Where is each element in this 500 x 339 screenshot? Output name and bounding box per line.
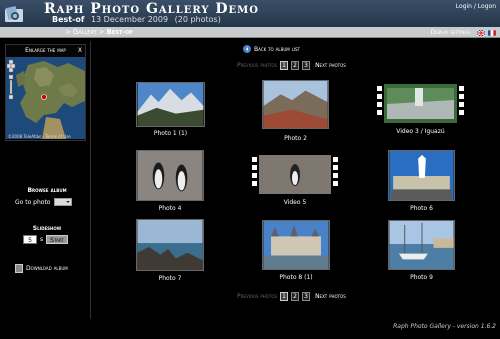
film-strip-left (250, 155, 259, 194)
album-name: Best-of (52, 15, 85, 24)
map-header: Enlarge the map X (6, 45, 85, 56)
slideshow-start-button[interactable]: Start (46, 235, 68, 244)
previous-photos-link: Previous photos (237, 62, 278, 69)
video-3-image (375, 84, 466, 123)
video-5-image (250, 155, 340, 194)
album-date: 13 December 2009 (90, 15, 169, 24)
thumbnail-photo-7[interactable]: Photo 7 (136, 219, 204, 282)
photo-9-caption: Photo 9 (410, 274, 433, 281)
photo-1-caption: Photo 1 (1) (153, 130, 188, 137)
page-2-button[interactable]: 2 (291, 61, 300, 70)
breadcrumb-current: Best-of (106, 28, 133, 36)
back-to-album-list-link[interactable]: Back to album list (243, 45, 300, 53)
photo-7-image (136, 219, 204, 271)
slideshow-interval-input[interactable]: 5 (23, 235, 37, 244)
goto-label: Go to photo (15, 198, 51, 206)
browse-album-title: Browse album (27, 187, 67, 194)
photo-7-caption: Photo 7 (158, 275, 182, 282)
film-strip-left (375, 84, 384, 123)
next-photos-link[interactable]: Next photos (315, 293, 346, 300)
header-bar: Raph Photo Gallery Demo Best-of 13 Decem… (0, 0, 500, 27)
france-flag-icon[interactable] (488, 30, 496, 36)
back-arrow-icon (243, 45, 251, 53)
sidebar: Enlarge the map X ©2008 TeleAtlas - Term… (3, 41, 91, 319)
map-close-button[interactable]: X (78, 45, 82, 56)
video-5-frame (250, 155, 340, 194)
page-2-button[interactable]: 2 (291, 292, 300, 301)
slideshow-row: 5 s Start (23, 235, 68, 244)
photo-6-caption: Photo 6 (410, 205, 433, 212)
video-3-caption: Video 3 / Iguazú (396, 128, 445, 135)
breadcrumb-separator: > (98, 28, 105, 36)
pager-top: Previous photos 1 2 3 Next photos (237, 61, 346, 70)
photo-8-image (262, 220, 330, 270)
breadcrumb-bar: > Gallery > Best-of Display settings (0, 27, 500, 38)
page-1-button[interactable]: 1 (280, 292, 289, 301)
thumbnail-video-5[interactable]: Video 5 (250, 155, 340, 206)
goto-photo-select[interactable] (54, 198, 73, 206)
previous-photos-link: Previous photos (237, 293, 278, 300)
uk-flag-icon[interactable] (477, 30, 485, 36)
goto-row: Go to photo (15, 198, 73, 206)
page-3-button[interactable]: 3 (302, 292, 311, 301)
slideshow-title: Slideshow (32, 225, 62, 232)
download-album-label: Download album (26, 265, 68, 272)
breadcrumb-separator: > (65, 28, 71, 36)
thumbnail-video-3[interactable]: Video 3 / Iguazú (375, 84, 466, 135)
breadcrumb: > Gallery > Best-of (63, 28, 133, 36)
photo-count: (20 photos) (174, 15, 221, 24)
photo-2-image (262, 80, 329, 129)
thumbnail-photo-6[interactable]: Photo 6 (388, 150, 455, 212)
login-link[interactable]: Login / Logon (456, 3, 496, 10)
back-label: Back to album list (254, 45, 300, 53)
map-panel: Enlarge the map X ©2008 TeleAtlas - Term… (5, 44, 86, 141)
photo-1-image (136, 82, 205, 127)
display-settings-link[interactable]: Display settings (430, 29, 470, 36)
download-album-link[interactable]: Download album (15, 264, 68, 273)
thumbnail-photo-4[interactable]: Photo 4 (136, 150, 204, 212)
pager-bottom: Previous photos 1 2 3 Next photos (237, 292, 346, 301)
photo-4-image (136, 150, 204, 201)
thumbnail-photo-9[interactable]: Photo 9 (388, 220, 455, 281)
enlarge-map-link[interactable]: Enlarge the map (25, 47, 66, 54)
breadcrumb-gallery-link[interactable]: Gallery (73, 28, 97, 36)
film-strip-right (331, 155, 340, 194)
video-5-caption: Video 5 (283, 199, 307, 206)
next-photos-link[interactable]: Next photos (315, 62, 346, 69)
map-credit[interactable]: ©2008 TeleAtlas - Terms of Use (8, 134, 71, 139)
photo-8-caption: Photo 8 (1) (279, 274, 313, 281)
photo-6-image (388, 150, 455, 201)
thumbnail-photo-1[interactable]: Photo 1 (1) (136, 82, 205, 137)
photo-9-image (388, 220, 455, 270)
video-3-frame (375, 84, 466, 123)
camera-logo-icon (5, 6, 23, 22)
thumbnail-photo-2[interactable]: Photo 2 (262, 80, 329, 142)
photo-2-caption: Photo 2 (284, 135, 307, 142)
page-3-button[interactable]: 3 (302, 61, 311, 70)
film-strip-right (457, 84, 466, 123)
slideshow-unit: s (40, 236, 44, 243)
page-1-button[interactable]: 1 (280, 61, 289, 70)
thumbnail-photo-8[interactable]: Photo 8 (1) (262, 220, 330, 281)
download-icon (15, 264, 23, 273)
footer-version: Raph Photo Gallery - version 1.6.2 (393, 323, 496, 330)
album-info: Best-of 13 December 2009 (20 photos) (52, 15, 221, 24)
photo-4-caption: Photo 4 (158, 205, 182, 212)
world-map[interactable] (6, 57, 85, 139)
